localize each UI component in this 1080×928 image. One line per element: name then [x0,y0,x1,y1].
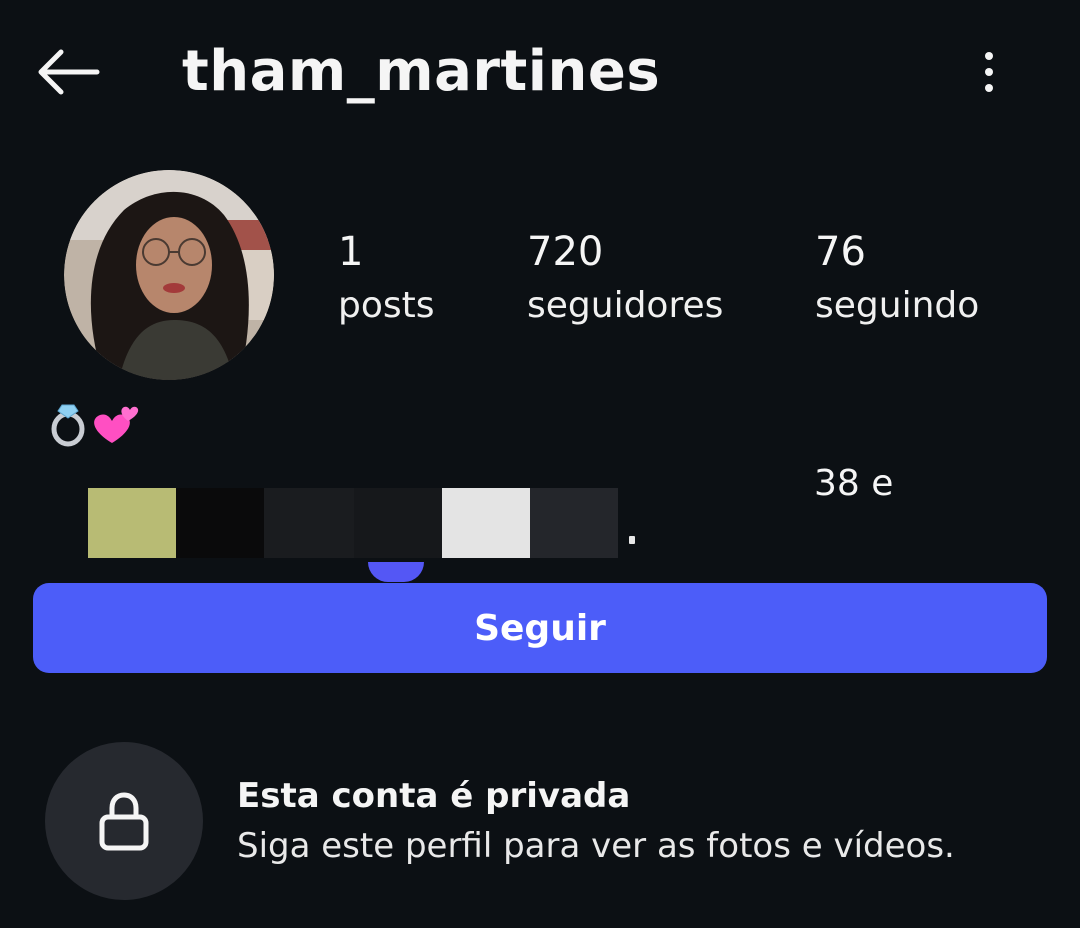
stat-followers-count: 720 [527,229,604,275]
stat-posts[interactable]: 1 posts [338,226,435,334]
bio-link-mark [368,562,424,582]
stat-followers[interactable]: 720 seguidores [527,226,723,334]
follow-button[interactable]: Seguir [33,583,1047,673]
back-button[interactable] [30,38,106,106]
ring-heart-emoji-icon [51,404,139,447]
more-vertical-icon-dot [985,68,993,76]
stat-following[interactable]: 76 seguindo [815,226,979,334]
avatar[interactable] [64,170,274,380]
more-options-button[interactable] [964,38,1014,106]
stat-following-label: seguindo [815,285,980,326]
redacted-bio-block [88,488,618,558]
stat-following-count: 76 [815,229,866,275]
arrow-left-icon [38,49,100,95]
stat-posts-label: posts [338,285,435,326]
bio-emoji [48,398,140,450]
profile-username: tham_martines [182,39,661,104]
lock-icon [99,792,149,851]
more-vertical-icon-dot [985,84,993,92]
more-vertical-icon [985,52,993,60]
bio-text-fragment: 38 e [814,463,894,504]
stat-followers-label: seguidores [527,285,724,326]
private-account-subtitle: Siga este perfil para ver as fotos e víd… [237,826,955,866]
private-lock-badge [45,742,203,900]
profile-photo [64,170,274,380]
stat-posts-count: 1 [338,229,364,275]
bio-text-mark [629,536,635,544]
private-account-title: Esta conta é privada [237,776,631,816]
